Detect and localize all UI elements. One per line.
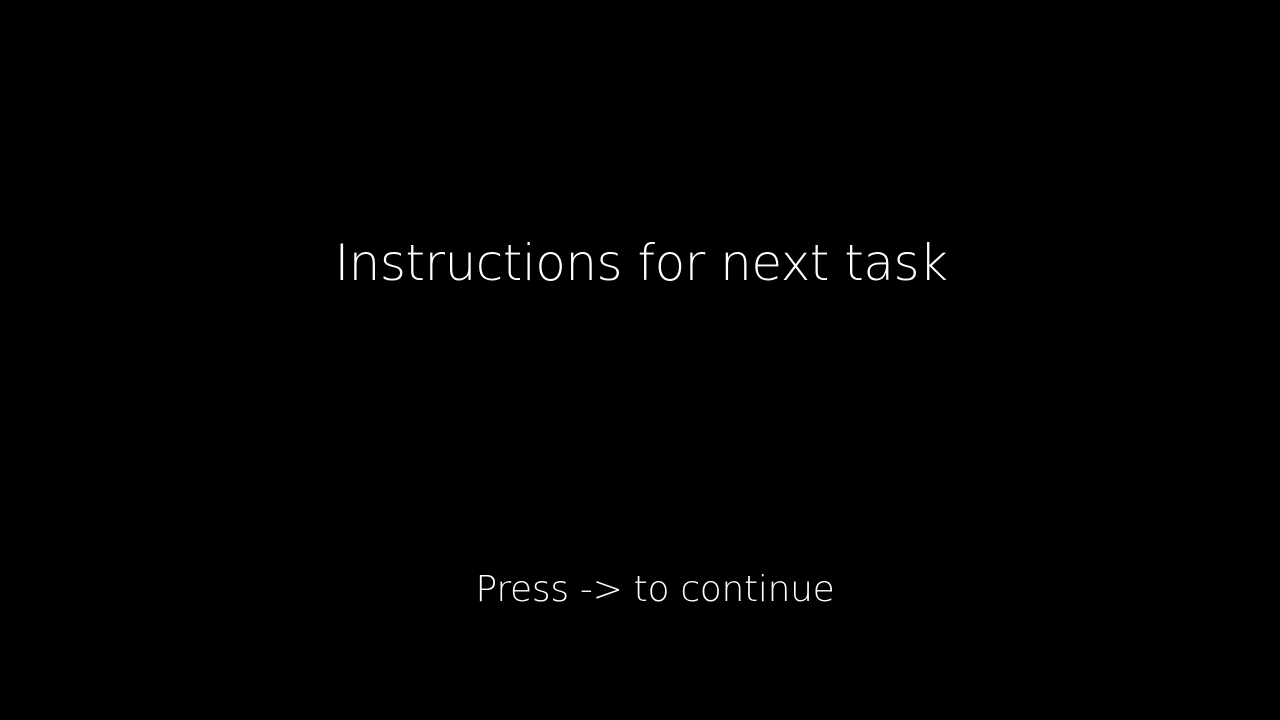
slide-title: Instructions for next task — [334, 234, 948, 292]
continue-prompt: Press -> to continue — [475, 569, 835, 610]
instruction-slide: Instructions for next task Press -> to c… — [0, 0, 1280, 720]
